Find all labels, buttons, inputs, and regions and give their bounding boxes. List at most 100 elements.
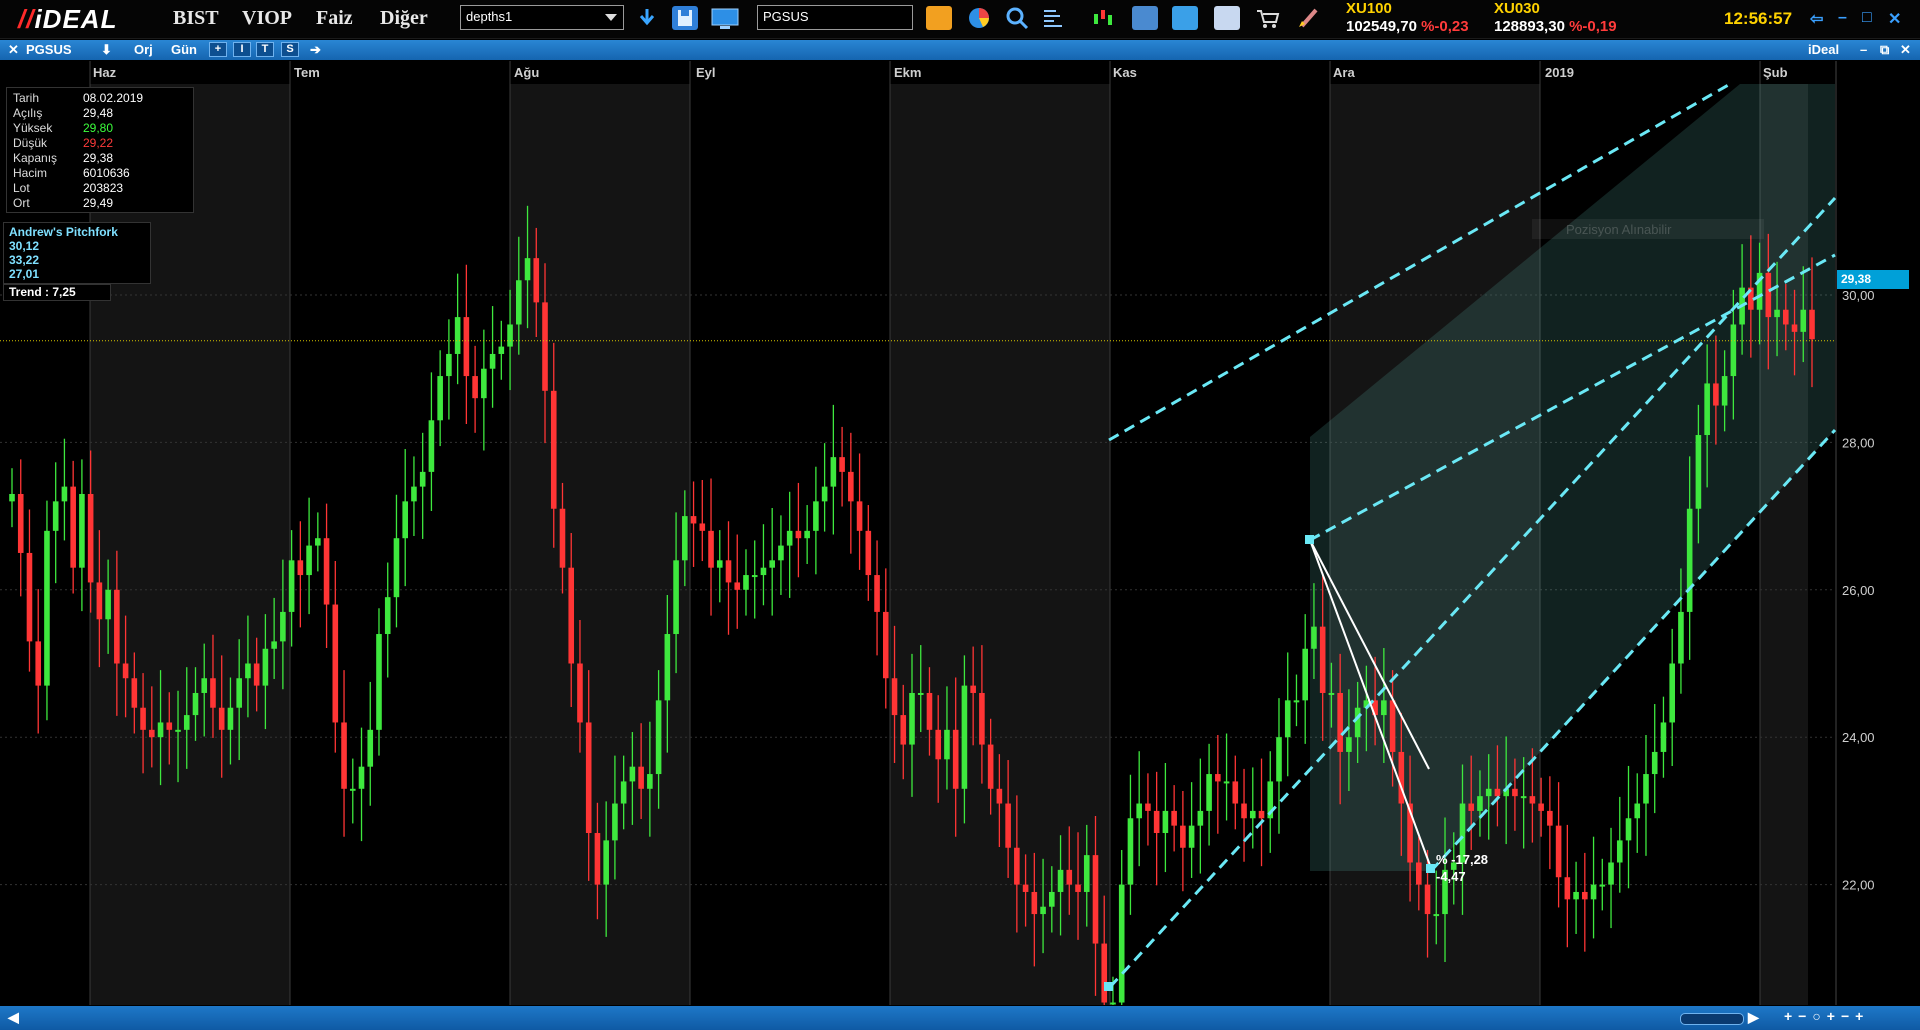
search-icon[interactable] xyxy=(1004,6,1030,30)
arrow-down-icon[interactable]: ⬇ xyxy=(101,42,112,58)
candle-body xyxy=(1774,309,1780,318)
candle-body xyxy=(1215,774,1221,782)
pitchfork-value-3: 27,01 xyxy=(9,267,40,281)
candle-body xyxy=(1284,700,1291,738)
candle-body xyxy=(35,641,42,686)
news-icon[interactable] xyxy=(1132,6,1158,30)
candle-body xyxy=(1136,803,1142,819)
close-icon[interactable]: ✕ xyxy=(1888,9,1901,29)
info-value: 29,22 xyxy=(83,136,114,150)
box-icon[interactable] xyxy=(1214,6,1240,30)
candle-body xyxy=(1730,324,1737,377)
menu-diger[interactable]: Diğer xyxy=(380,7,428,30)
monitor-icon[interactable] xyxy=(710,6,739,30)
system-button[interactable]: S xyxy=(281,42,299,57)
month-label: Şub xyxy=(1763,65,1788,80)
minimize-icon[interactable]: – xyxy=(1838,9,1847,27)
save-icon[interactable] xyxy=(672,6,698,30)
candle-body xyxy=(507,324,513,347)
chart-restore-icon[interactable]: ⧉ xyxy=(1880,42,1889,58)
candle-body xyxy=(481,368,487,399)
info-key: Kapanış xyxy=(13,151,58,165)
brush-icon[interactable] xyxy=(1296,6,1322,30)
candle-body xyxy=(1424,884,1431,915)
candle-body xyxy=(1555,825,1562,878)
candle-body xyxy=(1573,891,1579,900)
candle-body xyxy=(1809,309,1815,340)
candle-body xyxy=(253,663,260,686)
candle-body xyxy=(1538,803,1544,811)
candle-body xyxy=(515,280,522,325)
zoom-controls[interactable]: +−○+−+ xyxy=(1784,1008,1869,1024)
candle-body xyxy=(1337,692,1343,752)
info-key: Açılış xyxy=(13,106,43,120)
candle-body xyxy=(848,471,854,502)
candle-body xyxy=(489,353,496,369)
candle-body xyxy=(542,302,548,391)
candle-body xyxy=(1040,906,1046,915)
candle-body xyxy=(524,258,531,281)
candle-body xyxy=(358,766,365,789)
chart-close2-icon[interactable]: ✕ xyxy=(1900,42,1911,58)
candle-body xyxy=(227,707,234,730)
back-icon[interactable]: ⇦ xyxy=(1810,9,1823,29)
pitchfork-anchor-3 xyxy=(1426,864,1435,873)
indicator-button[interactable]: I xyxy=(233,42,251,57)
candle-body xyxy=(996,788,1003,804)
menu-viop[interactable]: VIOP xyxy=(242,7,292,30)
scroll-right-icon[interactable]: ▶ xyxy=(1748,1009,1759,1026)
candlestick-icon[interactable] xyxy=(1090,6,1116,30)
chart-symbol[interactable]: PGSUS xyxy=(26,42,72,57)
price-chart[interactable]: Haz Tem Ağu Eyl Ekm Kas Ara 2019 Şub 30,00 28,00 26… xyxy=(0,61,1920,1005)
candle-body xyxy=(961,685,968,789)
bottom-scroll-bar[interactable]: ◀ ▶ +−○+−+ xyxy=(0,1006,1920,1030)
period-button[interactable]: Gün xyxy=(171,42,197,57)
scroll-left-icon[interactable]: ◀ xyxy=(8,1009,19,1026)
download-icon[interactable] xyxy=(634,6,660,30)
measure-abs: -4,47 xyxy=(1436,869,1466,884)
candle-body xyxy=(1118,884,1125,1003)
arrow-right-icon[interactable]: ➔ xyxy=(310,42,321,58)
scroll-thumb[interactable] xyxy=(1680,1013,1744,1025)
month-label: Eyl xyxy=(696,65,716,80)
candle-body xyxy=(411,486,417,502)
candle-body xyxy=(428,420,435,472)
candle-body xyxy=(376,634,382,730)
candle-body xyxy=(612,803,618,841)
menu-faiz[interactable]: Faiz xyxy=(316,7,353,30)
y-tick-label: 26,00 xyxy=(1842,583,1875,598)
pitchfork-anchor-1 xyxy=(1104,982,1113,991)
candle-body xyxy=(306,545,312,576)
maximize-icon[interactable]: □ xyxy=(1862,9,1872,27)
add-button[interactable]: + xyxy=(209,42,227,57)
candle-body xyxy=(952,729,959,789)
template-button[interactable]: T xyxy=(256,42,274,57)
candle-body xyxy=(751,575,758,578)
month-label: Ağu xyxy=(514,65,539,80)
chart-close-icon[interactable]: ✕ xyxy=(8,42,19,58)
candle-body xyxy=(1494,788,1501,797)
candle-body xyxy=(175,729,181,732)
symbol-input[interactable]: PGSUS xyxy=(757,5,913,30)
candle-body xyxy=(1512,788,1518,797)
candle-body xyxy=(778,545,784,561)
info-key: Tarih xyxy=(13,91,40,105)
candle-body xyxy=(1092,855,1099,944)
book-icon[interactable] xyxy=(1172,6,1198,30)
pitchfork-title: Andrew's Pitchfork xyxy=(9,225,118,239)
orj-button[interactable]: Orj xyxy=(134,42,153,57)
pie-chart-icon[interactable] xyxy=(966,6,992,30)
layout-select[interactable]: depths1 xyxy=(460,5,624,30)
candle-body xyxy=(1695,435,1702,509)
menu-bist[interactable]: BIST xyxy=(173,7,219,30)
candle-body xyxy=(9,493,15,502)
folder-icon[interactable] xyxy=(926,6,952,30)
candle-body xyxy=(760,567,767,576)
list-icon[interactable] xyxy=(1040,6,1066,30)
candle-body xyxy=(271,641,277,649)
last-price-tag: 29,38 xyxy=(1837,270,1909,289)
cart-icon[interactable] xyxy=(1254,6,1280,30)
chart-minimize-icon[interactable]: – xyxy=(1860,42,1867,57)
info-value: 203823 xyxy=(83,181,124,195)
month-label: Ekm xyxy=(894,65,921,80)
